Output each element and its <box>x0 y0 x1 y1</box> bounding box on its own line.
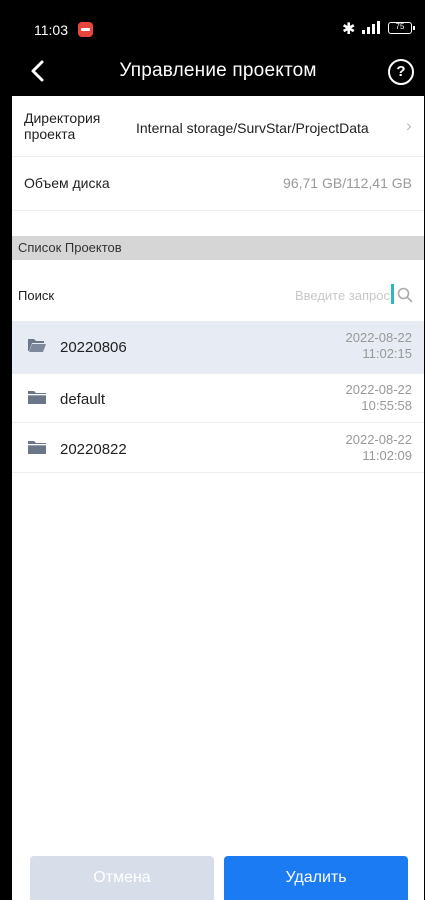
top-bar: 11:03 ✱ 75 Управление проектом ? <box>12 0 424 96</box>
divider <box>12 210 424 211</box>
project-directory-row[interactable]: Директория проекта Internal storage/Surv… <box>12 96 424 156</box>
folder-open-icon <box>28 338 46 352</box>
folder-icon <box>28 390 46 404</box>
project-time: 11:02:09 <box>362 448 412 463</box>
project-time: 10:55:58 <box>361 398 412 413</box>
cancel-button[interactable]: Отмена <box>30 856 214 900</box>
project-name: 20220806 <box>60 339 127 356</box>
project-date: 2022-08-22 <box>345 330 413 345</box>
project-item-default[interactable]: default 2022-08-22 10:55:58 <box>12 373 424 425</box>
project-modified: 2022-08-22 10:55:58 <box>346 382 413 414</box>
project-date: 2022-08-22 <box>345 382 413 397</box>
phone-screen: 11:03 ✱ 75 Управление проектом ? Директо… <box>12 0 424 900</box>
directory-path: Internal storage/SurvStar/ProjectData <box>136 120 369 136</box>
signal-icon <box>362 20 382 34</box>
bluetooth-icon: ✱ <box>342 21 356 38</box>
project-time: 11:02:15 <box>362 346 412 361</box>
divider <box>12 472 424 473</box>
chevron-right-icon: › <box>406 116 412 135</box>
disk-volume-row: Объем диска 96,71 GB/112,41 GB <box>12 157 424 209</box>
search-icon[interactable] <box>396 286 414 304</box>
search-label: Поиск <box>18 288 55 303</box>
project-item-20220822[interactable]: 20220822 2022-08-22 11:02:09 <box>12 423 424 475</box>
projects-section-header: Список Проектов <box>12 236 424 260</box>
search-input[interactable] <box>232 284 390 306</box>
help-icon[interactable]: ? <box>388 59 414 85</box>
disk-label: Объем диска <box>24 175 110 191</box>
section-title: Список Проектов <box>18 240 122 255</box>
project-name: default <box>60 391 106 408</box>
bottom-action-bar: Отмена Удалить <box>12 840 424 900</box>
project-name: 20220822 <box>60 441 127 458</box>
back-arrow-icon[interactable] <box>24 56 54 86</box>
battery-icon: 75 <box>388 22 415 34</box>
folder-icon <box>28 440 46 454</box>
delete-button[interactable]: Удалить <box>224 856 408 900</box>
project-modified: 2022-08-22 11:02:15 <box>346 330 413 362</box>
status-time: 11:03 <box>34 22 68 38</box>
directory-label: Директория проекта <box>24 110 101 142</box>
text-cursor <box>391 284 394 304</box>
project-date: 2022-08-22 <box>345 432 413 447</box>
search-row: Поиск <box>12 270 424 320</box>
notification-icon <box>78 22 93 37</box>
battery-level: 75 <box>395 22 405 31</box>
project-item-20220806[interactable]: 20220806 2022-08-22 11:02:15 <box>12 321 424 373</box>
page-title: Управление проектом <box>119 60 317 81</box>
disk-value: 96,71 GB/112,41 GB <box>283 175 412 191</box>
project-modified: 2022-08-22 11:02:09 <box>346 432 413 464</box>
